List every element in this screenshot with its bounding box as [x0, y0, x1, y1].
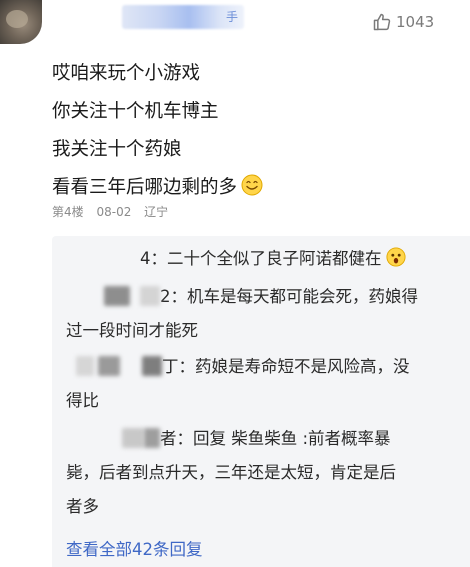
- reply-text: 毙，后者到点升天，三年还是太短，肯定是后: [66, 463, 396, 482]
- reply-author-blurred[interactable]: [66, 248, 140, 268]
- reply-author-blurred[interactable]: [76, 356, 94, 376]
- reply-text: ：二十个全似了良子阿诺都健在: [150, 249, 382, 268]
- view-all-replies-link[interactable]: 查看全部42条回复: [66, 536, 203, 560]
- reply-item[interactable]: 者：回复 柴鱼柴鱼 :前者概率暴 毙，后者到点升天，三年还是太短，肯定是后 者多: [66, 422, 456, 524]
- like-count: 1043: [396, 13, 435, 31]
- comment-line: 你关注十个机车博主: [52, 101, 219, 122]
- floor-number: 第4楼: [52, 205, 84, 219]
- reply-author-blurred[interactable]: [140, 286, 160, 306]
- reply-author-tail[interactable]: 4: [140, 249, 151, 268]
- reply-author-blurred[interactable]: [98, 356, 120, 376]
- reply-item[interactable]: 2：机车是每天都可能会死，药娘得 过一段时间才能死: [66, 280, 456, 348]
- thumbs-up-icon: [372, 12, 392, 32]
- comment-line: 哎咱来玩个小游戏: [52, 63, 201, 84]
- comment-meta: 第4楼 08-02 辽宁: [52, 203, 177, 220]
- reply-author-blurred[interactable]: [144, 428, 160, 448]
- reply-text: ：药娘是寿命短不是风险高，没: [178, 357, 410, 376]
- avatar[interactable]: [0, 0, 42, 44]
- comment-line: 我关注十个药娘: [52, 139, 182, 160]
- reply-author-blurred[interactable]: [122, 428, 144, 448]
- smile-emoji-icon: [241, 172, 263, 210]
- reply-author-tail[interactable]: 2: [160, 287, 171, 306]
- reply-item[interactable]: 丁：药娘是寿命短不是风险高，没 得比: [66, 350, 456, 418]
- reply-text: 得比: [66, 391, 99, 410]
- reply-text: 者多: [66, 497, 99, 516]
- reply-author-tail[interactable]: 者: [160, 429, 177, 448]
- reply-text: ：回复 柴鱼柴鱼 :前者概率暴: [176, 429, 391, 448]
- reply-text: 过一段时间才能死: [66, 321, 198, 340]
- username-suffix[interactable]: 手: [226, 8, 238, 25]
- like-button[interactable]: 1043: [372, 12, 434, 32]
- reply-author-blurred[interactable]: [142, 356, 162, 376]
- comment-line-text: 看看三年后哪边剩的多: [52, 177, 238, 198]
- reply-list: 4：二十个全似了良子阿诺都健在 2：机车是每天都可能会死，药娘得 过一段时间才能…: [52, 236, 470, 567]
- comment-body: 哎咱来玩个小游戏 你关注十个机车博主 我关注十个药娘 看看三年后哪边剩的多: [52, 55, 462, 207]
- reply-text: ：机车是每天都可能会死，药娘得: [170, 287, 419, 306]
- reply-author-blurred[interactable]: [104, 286, 130, 306]
- post-date: 08-02: [96, 205, 132, 219]
- reply-item[interactable]: 4：二十个全似了良子阿诺都健在: [66, 242, 456, 279]
- reply-author-tail[interactable]: 丁: [162, 357, 179, 376]
- shocked-emoji-icon: [385, 245, 406, 279]
- comment-line-last: 看看三年后哪边剩的多: [52, 169, 462, 207]
- post-location: 辽宁: [144, 205, 169, 219]
